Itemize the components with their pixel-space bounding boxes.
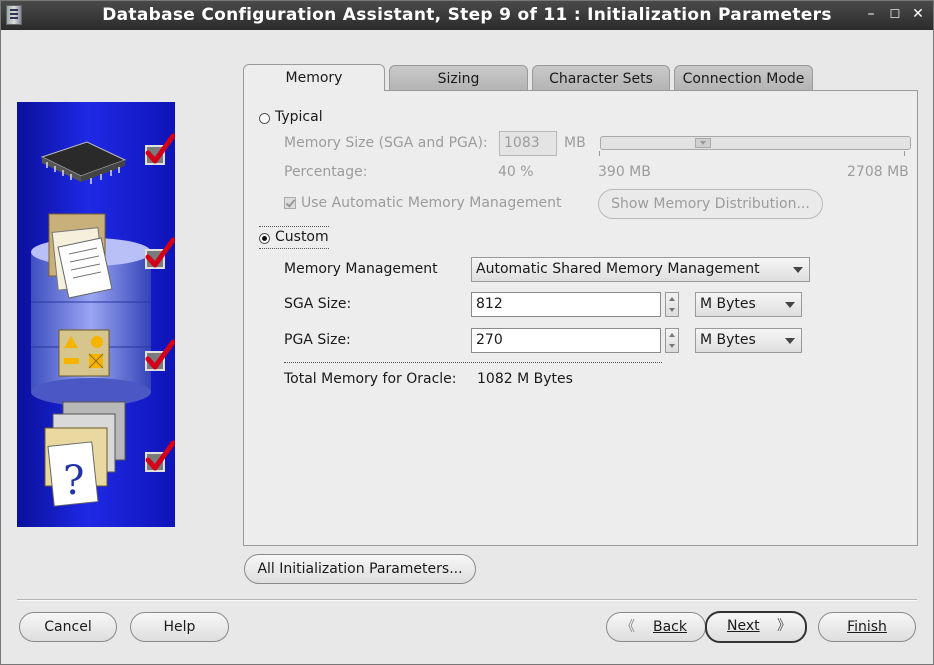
cancel-button[interactable]: Cancel [19,612,117,642]
pga-unit-value: M Bytes [700,332,756,348]
pga-size-label: PGA Size: [284,332,351,348]
slider-max-label: 2708 MB [847,164,909,180]
finish-button[interactable]: Finish [818,612,916,642]
step-complete-check-icon [145,440,175,472]
dbca-window: Database Configuration Assistant, Step 9… [0,0,934,665]
focus-outline-bottom [259,248,329,249]
back-button-label: Back [653,619,687,635]
tab-sizing[interactable]: Sizing [389,65,528,90]
finish-button-label: Finish [847,619,887,635]
memory-size-unit: MB [564,135,586,151]
total-separator [284,362,662,363]
step-complete-check-icon [145,237,175,269]
auto-memory-label[interactable]: Use Automatic Memory Management [301,195,561,211]
custom-radio[interactable] [259,233,270,244]
spinner-up-icon[interactable] [669,333,675,337]
spinner-down-icon[interactable] [669,308,675,312]
help-folders-icon: ? [44,401,126,507]
step-complete-check-icon [145,339,175,371]
title-bar[interactable]: Database Configuration Assistant, Step 9… [1,1,933,30]
chevron-left-icon: 《 [621,619,635,635]
chevron-down-icon [785,302,795,308]
all-initialization-parameters-button[interactable]: All Initialization Parameters... [244,554,476,584]
step-complete-check-icon [145,133,175,165]
tab-character-sets[interactable]: Character Sets [532,65,670,90]
memory-management-value: Automatic Shared Memory Management [476,261,760,277]
pga-unit-select[interactable]: M Bytes [695,328,802,353]
slider-min-label: 390 MB [598,164,651,180]
sga-unit-select[interactable]: M Bytes [695,292,802,317]
next-button-label: Next [727,618,760,634]
documents-icon [48,213,113,299]
svg-text:?: ? [63,458,84,504]
tab-connection-mode[interactable]: Connection Mode [674,65,813,90]
sga-unit-value: M Bytes [700,296,756,312]
memory-management-label: Memory Management [284,261,438,277]
wizard-progress-image: ? [17,102,175,527]
percentage-value: 40 % [498,164,534,180]
memory-management-select[interactable]: Automatic Shared Memory Management [471,257,810,282]
sga-size-label: SGA Size: [284,296,352,312]
minimize-icon[interactable]: – [863,5,879,23]
close-icon[interactable]: ✕ [910,5,926,23]
slider-thumb[interactable] [695,138,711,148]
typical-radio[interactable] [259,113,270,124]
footer-separator [17,599,917,601]
slider-tick-min [599,151,600,156]
show-memory-distribution-button[interactable]: Show Memory Distribution... [598,189,823,219]
sga-size-spinner[interactable] [665,292,679,317]
chevron-down-icon [793,267,803,273]
sga-size-field[interactable]: 812 [471,292,661,317]
percentage-label: Percentage: [284,164,368,180]
typical-label[interactable]: Typical [275,109,323,125]
chevron-down-icon [785,338,795,344]
slider-tick-max [904,151,905,156]
memory-tab-panel [243,90,918,546]
memory-size-field[interactable]: 1083 [499,131,557,156]
pga-size-field[interactable]: 270 [471,328,661,353]
memory-size-label: Memory Size (SGA and PGA): [284,135,488,151]
memory-chip-icon [40,141,127,184]
total-memory-value: 1082 M Bytes [477,371,573,387]
next-button[interactable]: Next 》 [705,611,807,643]
spinner-up-icon[interactable] [669,297,675,301]
chevron-right-icon: 》 [777,618,791,634]
maximize-icon[interactable]: ☐ [887,5,903,23]
auto-memory-checkbox[interactable] [284,197,296,209]
pga-size-spinner[interactable] [665,328,679,353]
window-title: Database Configuration Assistant, Step 9… [102,5,832,25]
help-button[interactable]: Help [130,612,229,642]
tab-memory[interactable]: Memory [243,64,385,91]
spinner-down-icon[interactable] [669,344,675,348]
focus-outline-top [259,226,329,227]
memory-size-slider[interactable] [600,136,911,150]
shapes-icon [58,329,110,377]
custom-label[interactable]: Custom [275,229,329,245]
total-memory-label: Total Memory for Oracle: [284,371,457,387]
back-button[interactable]: 《 Back [606,612,706,642]
